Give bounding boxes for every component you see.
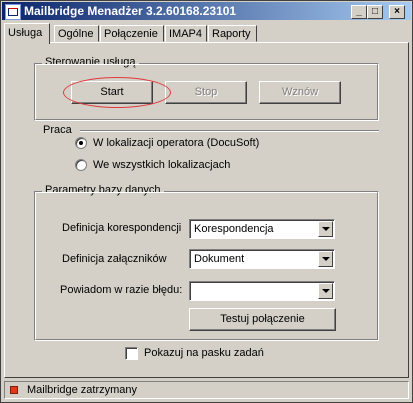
attachments-select[interactable]: Dokument	[189, 249, 335, 269]
resume-button[interactable]: Wznów	[259, 81, 341, 104]
radio-all-locations-label[interactable]: We wszystkich lokalizacjach	[93, 159, 230, 171]
close-button[interactable]: ×	[389, 5, 405, 19]
chevron-down-icon[interactable]	[318, 221, 333, 237]
radio-operator-location-label[interactable]: W lokalizacji operatora (DocuSoft)	[93, 137, 259, 149]
tab-panel: Sterowanie usługą Start Stop Wznów Praca…	[4, 42, 409, 378]
work-label: Praca	[43, 124, 72, 136]
app-icon	[5, 4, 21, 20]
tab-polaczenie[interactable]: Połączenie	[100, 25, 164, 42]
test-connection-button[interactable]: Testuj połączenie	[189, 308, 336, 331]
tab-imap4[interactable]: IMAP4	[165, 25, 207, 42]
db-params-legend: Parametry bazy danych	[42, 184, 164, 196]
radio-operator-location[interactable]	[75, 137, 87, 149]
status-text: Mailbridge zatrzymany	[27, 384, 138, 396]
radio-all-locations[interactable]	[75, 159, 87, 171]
correspondence-select-value: Korespondencja	[194, 223, 274, 235]
stop-button[interactable]: Stop	[165, 81, 247, 104]
show-in-taskbar-checkbox[interactable]	[125, 347, 138, 360]
window-title: Mailbridge Menadżer 3.2.60168.23101	[24, 4, 237, 18]
status-bar: Mailbridge zatrzymany	[4, 381, 409, 399]
attachments-select-value: Dokument	[194, 253, 245, 265]
correspondence-select[interactable]: Korespondencja	[189, 219, 335, 239]
attachments-label: Definicja załączników	[62, 253, 167, 265]
show-in-taskbar-label[interactable]: Pokazuj na pasku zadań	[144, 347, 264, 359]
maximize-button[interactable]: □	[367, 5, 383, 19]
tab-ogolne[interactable]: Ogólne	[54, 25, 99, 42]
tab-raporty[interactable]: Raporty	[208, 25, 257, 42]
main-window: Mailbridge Menadżer 3.2.60168.23101 _ □ …	[0, 0, 413, 403]
tab-usluga[interactable]: Usługa	[4, 23, 50, 44]
chevron-down-icon[interactable]	[318, 283, 333, 299]
stopped-status-icon	[10, 386, 18, 394]
work-separator	[80, 130, 379, 132]
minimize-button[interactable]: _	[351, 5, 367, 19]
correspondence-label: Definicja korespondencji	[62, 222, 182, 234]
error-notify-select[interactable]	[189, 281, 335, 301]
error-notify-label: Powiadom w razie błędu:	[60, 284, 183, 296]
title-bar[interactable]: Mailbridge Menadżer 3.2.60168.23101 _ □ …	[2, 2, 411, 20]
chevron-down-icon[interactable]	[318, 251, 333, 267]
service-control-legend: Sterowanie usługą	[42, 56, 139, 68]
start-button[interactable]: Start	[71, 81, 153, 104]
